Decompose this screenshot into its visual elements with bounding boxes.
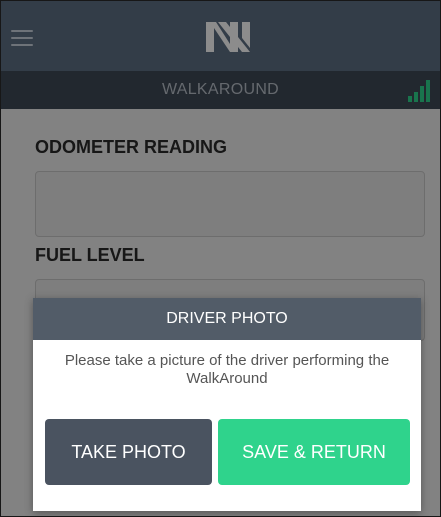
dialog-title: DRIVER PHOTO xyxy=(33,298,421,340)
dialog-message: Please take a picture of the driver perf… xyxy=(64,352,390,387)
save-and-return-button[interactable]: SAVE & RETURN xyxy=(218,419,410,485)
take-photo-button[interactable]: TAKE PHOTO xyxy=(45,419,212,485)
driver-photo-dialog: DRIVER PHOTO Please take a picture of th… xyxy=(33,298,421,511)
modal-backdrop: DRIVER PHOTO Please take a picture of th… xyxy=(0,0,441,517)
